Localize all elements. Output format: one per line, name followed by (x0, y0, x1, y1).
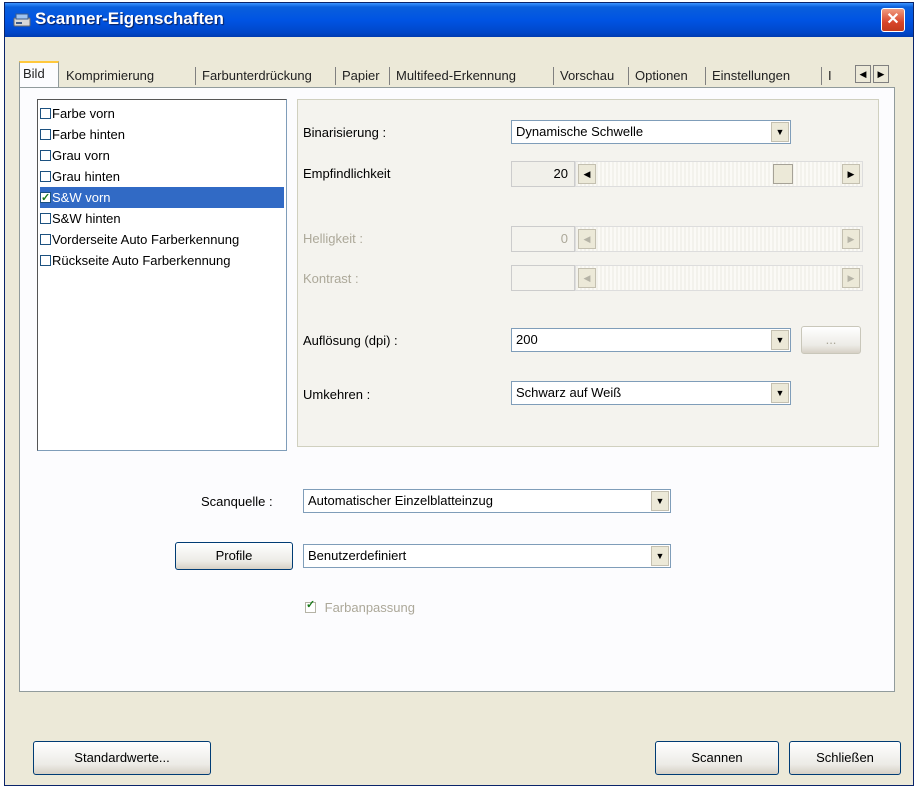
contrast-value (511, 265, 575, 291)
list-item[interactable]: Rückseite Auto Farberkennung (40, 250, 284, 271)
color-match-checkbox (305, 598, 316, 613)
slider-right-icon: ▶ (842, 229, 860, 249)
checkbox[interactable] (40, 150, 51, 161)
dropdown-arrow-icon[interactable]: ▼ (771, 383, 789, 403)
dropdown-arrow-icon[interactable]: ▼ (651, 491, 669, 511)
contrast-label: Kontrast : (303, 271, 359, 286)
profile-value: Benutzerdefiniert (308, 548, 407, 563)
list-item[interactable]: Grau vorn (40, 145, 284, 166)
profile-select[interactable]: Benutzerdefiniert ▼ (303, 544, 671, 568)
list-item-label: S&W hinten (52, 211, 121, 226)
scan-source-value: Automatischer Einzelblatteinzug (308, 493, 493, 508)
scan-source-label: Scanquelle : (201, 494, 273, 509)
tab-farbunterdrueckung[interactable]: Farbunterdrückung (199, 65, 315, 87)
tab-separator (553, 67, 554, 85)
brightness-slider: ◀ ▶ (575, 226, 863, 252)
slider-right-icon: ▶ (842, 268, 860, 288)
binarization-value: Dynamische Schwelle (516, 124, 644, 139)
tab-separator (335, 67, 336, 85)
tab-papier[interactable]: Papier (339, 65, 383, 87)
binarization-select[interactable]: Dynamische Schwelle ▼ (511, 120, 791, 144)
close-icon[interactable]: ✕ (881, 8, 905, 32)
contrast-slider: ◀ ▶ (575, 265, 863, 291)
scan-source-select[interactable]: Automatischer Einzelblatteinzug ▼ (303, 489, 671, 513)
slider-left-icon: ◀ (578, 268, 596, 288)
brightness-value: 0 (511, 226, 575, 252)
tab-optionen[interactable]: Optionen (632, 65, 691, 87)
list-item[interactable]: Farbe vorn (40, 103, 284, 124)
sensitivity-label: Empfindlichkeit (303, 166, 391, 181)
close-button[interactable]: Schließen (789, 741, 901, 775)
tab-vorschau[interactable]: Vorschau (557, 65, 617, 87)
tab-bild[interactable]: Bild (19, 61, 59, 89)
profile-button[interactable]: Profile (175, 542, 293, 570)
checkbox-checked[interactable] (40, 188, 51, 209)
slider-right-icon[interactable]: ▶ (842, 164, 860, 184)
tab-komprimierung[interactable]: Komprimierung (63, 65, 157, 87)
tab-multifeed-erkennung[interactable]: Multifeed-Erkennung (393, 65, 519, 87)
checkbox[interactable] (40, 108, 51, 119)
list-item[interactable]: Vorderseite Auto Farberkennung (40, 229, 284, 250)
checkbox[interactable] (40, 234, 51, 245)
list-item-label: Rückseite Auto Farberkennung (52, 253, 231, 268)
binarization-label: Binarisierung : (303, 125, 387, 140)
resolution-more-button[interactable]: ... (801, 326, 861, 354)
tab-truncated[interactable]: I (825, 65, 835, 87)
tab-separator (705, 67, 706, 85)
checkbox[interactable] (40, 171, 51, 182)
image-type-list[interactable]: Farbe vorn Farbe hinten Grau vorn Grau h… (37, 99, 287, 451)
list-item[interactable]: S&W hinten (40, 208, 284, 229)
color-match-label: Farbanpassung (324, 600, 415, 615)
scan-button[interactable]: Scannen (655, 741, 779, 775)
scanner-icon (13, 12, 31, 28)
resolution-select[interactable]: 200 ▼ (511, 328, 791, 352)
list-item-label: Grau hinten (52, 169, 120, 184)
resolution-value: 200 (516, 332, 538, 347)
list-item-label: Farbe hinten (52, 127, 125, 142)
resolution-label: Auflösung (dpi) : (303, 333, 398, 348)
tab-scroll-left-icon[interactable]: ◀ (855, 65, 871, 83)
title-bar[interactable]: Scanner-Eigenschaften ✕ (5, 3, 913, 37)
slider-left-icon: ◀ (578, 229, 596, 249)
checkbox[interactable] (40, 129, 51, 140)
brightness-label: Helligkeit : (303, 231, 363, 246)
scanner-properties-window: Scanner-Eigenschaften ✕ Bild Komprimieru… (4, 2, 914, 786)
tab-scroll-right-icon[interactable]: ▶ (873, 65, 889, 83)
color-match-option: Farbanpassung (305, 598, 415, 615)
tab-separator (628, 67, 629, 85)
list-item-label: Vorderseite Auto Farberkennung (52, 232, 240, 247)
dropdown-arrow-icon[interactable]: ▼ (651, 546, 669, 566)
dropdown-arrow-icon[interactable]: ▼ (771, 122, 789, 142)
dropdown-arrow-icon[interactable]: ▼ (771, 330, 789, 350)
list-item[interactable]: Farbe hinten (40, 124, 284, 145)
tab-separator (389, 67, 390, 85)
window-title: Scanner-Eigenschaften (35, 9, 224, 28)
list-item-label: S&W vorn (52, 190, 111, 205)
tab-separator (195, 67, 196, 85)
sensitivity-value: 20 (511, 161, 575, 187)
sensitivity-slider[interactable]: ◀ ▶ (575, 161, 863, 187)
slider-left-icon[interactable]: ◀ (578, 164, 596, 184)
list-item-selected[interactable]: S&W vorn (40, 187, 284, 209)
slider-thumb[interactable] (773, 164, 793, 184)
list-item-label: Farbe vorn (52, 106, 115, 121)
invert-label: Umkehren : (303, 387, 371, 402)
list-item-label: Grau vorn (52, 148, 110, 163)
tab-separator (821, 67, 822, 85)
list-item[interactable]: Grau hinten (40, 166, 284, 187)
checkbox[interactable] (40, 213, 51, 224)
invert-value: Schwarz auf Weiß (516, 385, 622, 400)
defaults-button[interactable]: Standardwerte... (33, 741, 211, 775)
invert-select[interactable]: Schwarz auf Weiß ▼ (511, 381, 791, 405)
tab-einstellungen[interactable]: Einstellungen (709, 65, 793, 87)
checkbox[interactable] (40, 255, 51, 266)
